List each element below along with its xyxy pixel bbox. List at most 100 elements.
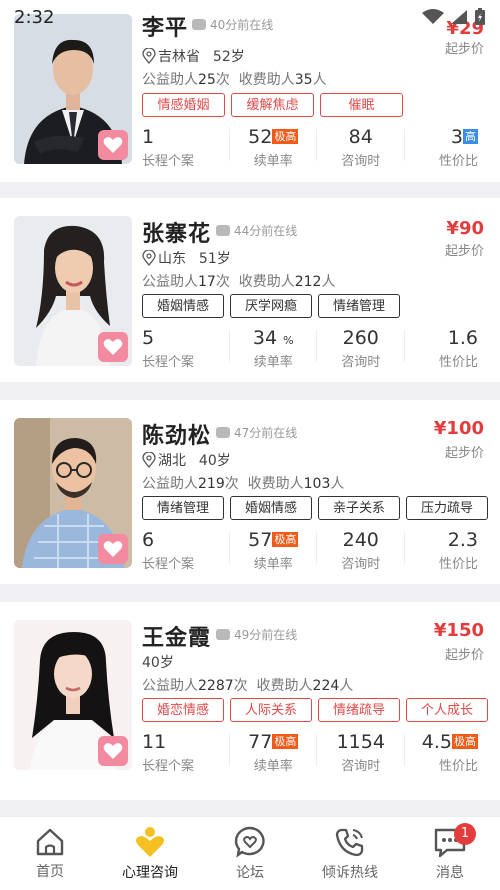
forum-icon — [234, 826, 265, 858]
counselor-avatar — [14, 14, 132, 164]
value-badge: 极高 — [452, 734, 478, 749]
counselor-card[interactable]: 王金霞 49分前在线 ¥150 起步价 40岁 公益助人2287次 收费助人22… — [0, 602, 500, 800]
tag-list: 婚姻情感 厌学网瘾 情绪管理 — [142, 294, 400, 318]
counselor-avatar — [14, 418, 132, 568]
help-summary: 公益助人2287次 收费助人224人 — [142, 678, 354, 694]
counselor-avatar — [14, 216, 132, 366]
tag: 情感婚姻 — [142, 93, 225, 117]
tag-list: 婚恋情感 人际关系 情绪疏导 个人成长 — [142, 698, 488, 722]
status-time: 2:32 — [14, 6, 55, 28]
heart-badge-icon — [98, 332, 128, 362]
stat-cases: 5 长程个案 — [142, 326, 230, 370]
tag-list: 情感婚姻 缓解焦虑 催眠 — [142, 93, 403, 117]
location-pin-icon — [142, 452, 156, 468]
tag: 亲子关系 — [318, 496, 400, 520]
tab-consult[interactable]: 心理咨询 — [100, 817, 200, 890]
chat-icon — [216, 225, 230, 236]
status-icons — [422, 8, 486, 26]
price: ¥90 — [446, 218, 484, 239]
online-status: 47分前在线 — [216, 424, 297, 441]
price-label: 起步价 — [444, 244, 484, 259]
chat-icon — [216, 629, 230, 640]
price-label: 起步价 — [444, 446, 484, 461]
stat-value: 2.3 性价比 — [438, 529, 478, 572]
tab-home[interactable]: 首页 — [0, 817, 100, 890]
tag: 缓解焦虑 — [231, 93, 314, 117]
stat-hours: 84 咨询时 — [317, 125, 405, 169]
tag-list: 情绪管理 婚姻情感 亲子关系 压力疏导 — [142, 496, 488, 520]
online-status: 49分前在线 — [216, 626, 297, 643]
price-label: 起步价 — [444, 648, 484, 663]
tab-label: 论坛 — [236, 864, 264, 881]
help-summary: 公益助人219次 收费助人103人 — [142, 476, 345, 492]
tab-forum[interactable]: 论坛 — [200, 817, 300, 890]
help-summary: 公益助人25次 收费助人35人 — [142, 72, 327, 88]
consult-icon — [136, 826, 164, 857]
tab-label: 首页 — [36, 863, 64, 880]
tag: 情绪管理 — [318, 294, 400, 318]
stats-row: 1 长程个案 52 极高 续单率 84 咨询时 3高 性价比 — [142, 125, 492, 169]
stats-row: 5 长程个案 34 % 续单率 260 咨询时 1.6 性价比 — [142, 326, 492, 370]
stat-renew: 34 % 续单率 — [230, 326, 317, 370]
tag: 个人成长 — [406, 698, 488, 722]
stat-cases: 11 长程个案 — [142, 730, 230, 774]
counselor-name: 张寨花 — [142, 222, 212, 247]
heart-badge-icon — [98, 534, 128, 564]
location-pin-icon — [142, 250, 156, 266]
stat-cases: 1 长程个案 — [142, 125, 230, 169]
counselor-name: 陈劲松 — [142, 424, 212, 449]
counselor-card[interactable]: 张寨花 44分前在线 ¥90 起步价 山东 51岁 公益助人17次 收费助人21… — [0, 198, 500, 382]
tag: 情绪疏导 — [318, 698, 400, 722]
tag: 婚恋情感 — [142, 698, 224, 722]
heart-badge-icon — [98, 736, 128, 766]
location: 湖北 40岁 — [142, 450, 231, 470]
tag: 压力疏导 — [406, 496, 488, 520]
value-badge: 高 — [463, 129, 478, 144]
battery-icon — [475, 8, 485, 25]
stat-value: 3高 性价比 — [438, 126, 478, 169]
bottom-tab-bar: 首页 心理咨询 论坛 倾诉热线 消息 1 — [0, 816, 500, 890]
location: 吉林省 52岁 — [142, 46, 245, 66]
stat-hours: 240 咨询时 — [317, 528, 405, 572]
location: 山东 51岁 — [142, 248, 231, 268]
tag: 婚姻情感 — [230, 496, 312, 520]
tag: 人际关系 — [230, 698, 312, 722]
counselor-name: 王金霞 — [142, 626, 212, 651]
renew-badge: 极高 — [272, 532, 299, 547]
renew-badge: 极高 — [272, 129, 299, 144]
wifi-icon — [422, 9, 444, 24]
stat-renew: 77 极高 续单率 — [230, 730, 317, 774]
stat-value: 1.6 性价比 — [438, 327, 478, 370]
price: ¥150 — [433, 620, 484, 641]
tab-label: 消息 — [436, 864, 464, 881]
message-count-badge: 1 — [454, 823, 476, 845]
stat-cases: 6 长程个案 — [142, 528, 230, 572]
status-bar: 2:32 — [0, 0, 500, 34]
renew-badge: 极高 — [272, 734, 299, 749]
tag: 婚姻情感 — [142, 294, 224, 318]
tab-hotline[interactable]: 倾诉热线 — [300, 817, 400, 890]
online-status: 44分前在线 — [216, 222, 297, 239]
counselor-card[interactable]: 陈劲松 47分前在线 ¥100 起步价 湖北 40岁 公益助人219次 收费助人… — [0, 400, 500, 584]
home-icon — [36, 828, 64, 855]
stat-hours: 1154 咨询时 — [317, 730, 405, 774]
tag: 厌学网瘾 — [230, 294, 312, 318]
location: 40岁 — [142, 655, 174, 671]
stats-row: 11 长程个案 77 极高 续单率 1154 咨询时 4.5 极高 性价比 — [142, 730, 492, 774]
hotline-icon — [335, 828, 364, 856]
stats-row: 6 长程个案 57 极高 续单率 240 咨询时 2.3 性价比 — [142, 528, 492, 572]
location-pin-icon — [142, 48, 156, 64]
stat-renew: 52 极高 续单率 — [230, 125, 317, 169]
price: ¥100 — [433, 418, 484, 439]
tab-label: 心理咨询 — [122, 864, 178, 881]
chat-icon — [216, 427, 230, 438]
tab-label: 倾诉热线 — [322, 864, 378, 881]
stat-value: 4.5 极高 性价比 — [421, 731, 478, 774]
stat-renew: 57 极高 续单率 — [230, 528, 317, 572]
tag: 催眠 — [320, 93, 403, 117]
stat-hours: 260 咨询时 — [317, 326, 405, 370]
heart-badge-icon — [98, 130, 128, 160]
help-summary: 公益助人17次 收费助人212人 — [142, 274, 336, 290]
counselor-avatar — [14, 620, 132, 770]
tab-messages[interactable]: 消息 1 — [400, 817, 500, 890]
